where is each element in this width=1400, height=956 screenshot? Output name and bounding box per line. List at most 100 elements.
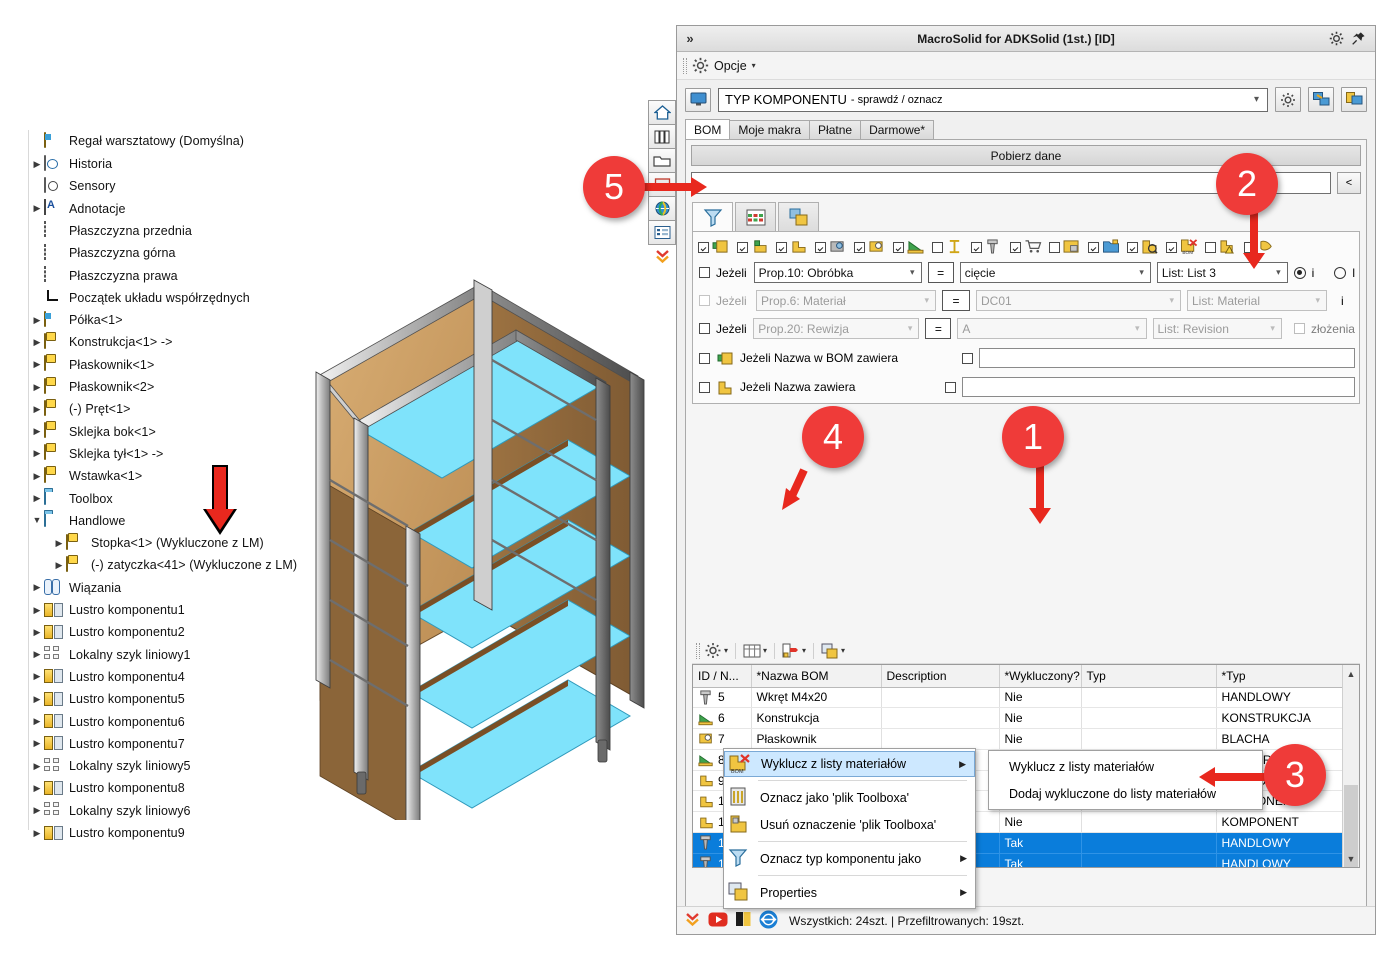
condition-1-radio-and[interactable] bbox=[1293, 266, 1306, 279]
column-header[interactable]: Typ bbox=[1081, 665, 1217, 688]
teamviewer-icon[interactable] bbox=[759, 910, 778, 932]
tab-filter[interactable] bbox=[692, 202, 733, 231]
column-header[interactable]: ID / N... bbox=[693, 665, 752, 688]
name-filter-2-checkbox[interactable] bbox=[699, 381, 710, 393]
checkbox-exclude-bom[interactable] bbox=[1166, 241, 1177, 253]
tree-item[interactable]: Sklejka tył<1> -> bbox=[30, 444, 163, 464]
checkbox-weldment-tool[interactable] bbox=[815, 241, 826, 253]
monitor-icon[interactable] bbox=[685, 87, 711, 112]
table-toolbar-grip[interactable] bbox=[696, 642, 700, 659]
double-chevron-down-icon[interactable] bbox=[684, 911, 701, 931]
tree-item[interactable]: Lokalny szyk liniowy1 bbox=[30, 645, 191, 665]
folder-open-icon[interactable] bbox=[648, 148, 676, 173]
checkbox-subassembly[interactable] bbox=[1049, 241, 1060, 253]
tree-expander[interactable] bbox=[30, 784, 44, 793]
tree-expander[interactable] bbox=[30, 316, 44, 325]
table-row[interactable]: 5 Wkręt M4x20 Nie HANDLOWY bbox=[693, 687, 1359, 709]
tab-components[interactable] bbox=[778, 202, 819, 231]
tree-item[interactable]: Wstawka<1> bbox=[30, 466, 142, 486]
name-filter-1-field-checkbox[interactable] bbox=[962, 352, 974, 364]
collapse-button[interactable]: < bbox=[1337, 172, 1361, 194]
tree-expander[interactable] bbox=[30, 650, 44, 659]
settings-button[interactable] bbox=[1275, 87, 1301, 112]
condition-1-radio-or[interactable] bbox=[1334, 266, 1347, 279]
checkbox-beam[interactable] bbox=[932, 241, 943, 253]
table-row[interactable]: 6 Konstrukcja Nie KONSTRUKCJA bbox=[693, 707, 1359, 730]
tab-table[interactable] bbox=[735, 202, 776, 231]
list-view-icon[interactable] bbox=[648, 220, 676, 245]
condition-3-checkbox[interactable] bbox=[699, 323, 710, 334]
tree-expander[interactable] bbox=[30, 449, 44, 458]
table-vertical-scrollbar[interactable]: ▲ ▼ bbox=[1342, 665, 1359, 867]
context-menu-item[interactable]: Oznacz jako 'plik Toolboxa' bbox=[724, 784, 975, 811]
globe-icon[interactable] bbox=[648, 196, 676, 221]
condition-3-operator[interactable]: = bbox=[925, 318, 952, 339]
checkbox-assembly-green[interactable] bbox=[698, 241, 709, 253]
pin-icon[interactable] bbox=[1351, 31, 1366, 46]
assemblies-checkbox[interactable] bbox=[1293, 323, 1305, 334]
tree-item[interactable]: Lustro komponentu7 bbox=[30, 734, 185, 754]
condition-2-property-select[interactable]: Prop.6: Materiał bbox=[756, 290, 936, 311]
tree-item[interactable]: Wiązania bbox=[30, 578, 121, 598]
checkbox-purchased[interactable] bbox=[1010, 241, 1021, 253]
condition-1-value-select[interactable]: cięcie bbox=[959, 262, 1151, 283]
table-columns-button[interactable]: ▾ bbox=[743, 643, 767, 659]
tree-root-node[interactable]: Regał warsztatowy (Domyślna) bbox=[30, 131, 244, 151]
condition-1-property-select[interactable]: Prop.10: Obróbka bbox=[753, 262, 922, 283]
tree-expander[interactable] bbox=[30, 717, 44, 726]
tree-item[interactable]: Lustro komponentu2 bbox=[30, 622, 185, 642]
column-header[interactable]: *Nazwa BOM bbox=[751, 665, 882, 688]
properties-button[interactable]: ▾ bbox=[821, 643, 845, 659]
tree-item[interactable]: Półka<1> bbox=[30, 310, 123, 330]
tree-expander[interactable] bbox=[30, 494, 44, 503]
checkbox-folder-blue[interactable] bbox=[1088, 241, 1099, 253]
condition-2-value-select[interactable]: DC01 bbox=[976, 290, 1181, 311]
tree-item[interactable]: Lustro komponentu1 bbox=[30, 600, 185, 620]
tree-item[interactable]: Toolbox bbox=[30, 489, 113, 509]
tree-item[interactable]: Lustro komponentu8 bbox=[30, 778, 185, 798]
tree-expander[interactable] bbox=[30, 806, 44, 815]
tab-p-atne[interactable]: Płatne bbox=[809, 120, 862, 139]
tree-item[interactable]: Lokalny szyk liniowy6 bbox=[30, 801, 191, 821]
tree-expander[interactable] bbox=[30, 606, 44, 615]
context-menu-item[interactable]: Properties ▶ bbox=[724, 879, 975, 906]
tree-item[interactable]: Płaskownik<1> bbox=[30, 355, 154, 375]
condition-1-checkbox[interactable] bbox=[699, 267, 710, 278]
tree-expander[interactable] bbox=[30, 383, 44, 392]
checkbox-structure[interactable] bbox=[893, 241, 904, 253]
checkbox-fastener[interactable] bbox=[971, 241, 982, 253]
tree-item[interactable]: (-) Pręt<1> bbox=[30, 399, 131, 419]
tree-item[interactable]: Historia bbox=[30, 154, 112, 174]
tree-item[interactable]: Płaszczyzna przednia bbox=[30, 221, 192, 241]
name-filter-2-input[interactable] bbox=[962, 377, 1355, 397]
copy-to-screen-icon[interactable] bbox=[1341, 87, 1367, 112]
tree-expander[interactable] bbox=[30, 427, 44, 436]
tab-moje-makra[interactable]: Moje makra bbox=[729, 120, 811, 139]
chevron-down-icon[interactable]: ▾ bbox=[752, 61, 756, 70]
tree-expander[interactable] bbox=[30, 405, 44, 414]
submenu-item[interactable]: Dodaj wykluczone do listy materiałów bbox=[989, 780, 1262, 807]
tree-item[interactable]: Lustro komponentu4 bbox=[30, 667, 185, 687]
options-gear-icon[interactable] bbox=[692, 57, 709, 74]
tree-item[interactable]: Płaskownik<2> bbox=[30, 377, 154, 397]
table-settings-button[interactable]: ▾ bbox=[704, 642, 728, 659]
tree-expander[interactable] bbox=[30, 583, 44, 592]
checkbox-sheetmetal-tool[interactable] bbox=[854, 241, 865, 253]
table-row[interactable]: 7 Płaskownik Nie BLACHA bbox=[693, 728, 1359, 750]
tree-item[interactable]: Płaszczyzna prawa bbox=[30, 266, 178, 286]
book-icon[interactable] bbox=[735, 911, 752, 930]
transfer-to-screen-icon[interactable] bbox=[1308, 87, 1334, 112]
condition-1-list-select[interactable]: List: List 3 bbox=[1156, 262, 1288, 283]
tree-expander[interactable] bbox=[30, 829, 44, 838]
name-filter-1-checkbox[interactable] bbox=[699, 352, 710, 364]
checkbox-inspect[interactable] bbox=[1127, 241, 1138, 253]
checkbox-sheet-bend[interactable] bbox=[776, 241, 787, 253]
tree-expander[interactable] bbox=[30, 628, 44, 637]
options-menu-label[interactable]: Opcje bbox=[714, 59, 747, 73]
name-filter-2-field-checkbox[interactable] bbox=[945, 381, 957, 393]
tree-item[interactable]: Płaszczyzna górna bbox=[30, 243, 176, 263]
scroll-down-icon[interactable]: ▼ bbox=[1343, 850, 1359, 867]
condition-2-checkbox[interactable] bbox=[699, 295, 710, 306]
condition-3-value-select[interactable]: A bbox=[957, 318, 1147, 339]
tree-expander[interactable] bbox=[30, 762, 44, 771]
